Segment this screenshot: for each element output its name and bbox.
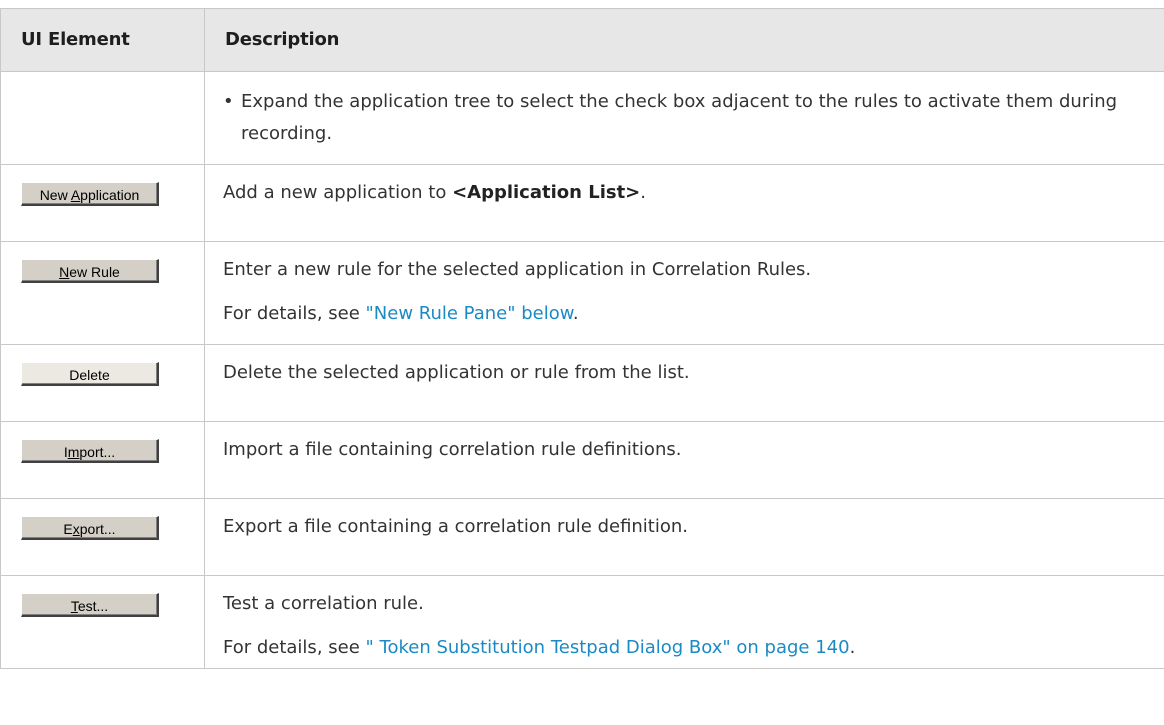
- description-text: Import a file containing correlation rul…: [223, 439, 682, 460]
- ui-element-cell: Test...: [0, 575, 205, 669]
- description-cell: Export a file containing a correlation r…: [204, 498, 1164, 576]
- description-text: Enter a new rule for the selected applic…: [223, 259, 812, 280]
- import-button[interactable]: Import...: [21, 439, 159, 463]
- header-description: Description: [204, 8, 1164, 72]
- description-text: Export a file containing a correlation r…: [223, 516, 689, 537]
- new-rule-button[interactable]: New Rule: [21, 259, 159, 283]
- description-cell: • Expand the application tree to select …: [204, 71, 1164, 165]
- bullet-icon: •: [223, 91, 234, 112]
- description-cell: Enter a new rule for the selected applic…: [204, 241, 1164, 345]
- new-rule-pane-link[interactable]: "New Rule Pane" below: [366, 303, 573, 324]
- ui-element-cell: Import...: [0, 421, 205, 499]
- description-text: Add a new application to <Application Li…: [223, 182, 646, 203]
- application-list-label: <Application List>: [452, 182, 641, 203]
- table-row: Export... Export a file containing a cor…: [0, 498, 1164, 576]
- ui-element-cell: New Rule: [0, 241, 205, 345]
- ui-element-table: UI Element Description • Expand the appl…: [0, 8, 1164, 669]
- details-text: For details, see " Token Substitution Te…: [223, 637, 856, 658]
- token-substitution-testpad-link[interactable]: " Token Substitution Testpad Dialog Box"…: [366, 637, 850, 658]
- table-header-row: UI Element Description: [0, 8, 1164, 72]
- ui-element-cell: Delete: [0, 344, 205, 422]
- description-text: Expand the application tree to select th…: [241, 91, 1118, 144]
- ui-element-cell: Export...: [0, 498, 205, 576]
- description-cell: Delete the selected application or rule …: [204, 344, 1164, 422]
- table-row: New Rule Enter a new rule for the select…: [0, 241, 1164, 345]
- table-row: New Application Add a new application to…: [0, 164, 1164, 242]
- table-row: • Expand the application tree to select …: [0, 71, 1164, 165]
- description-cell: Add a new application to <Application Li…: [204, 164, 1164, 242]
- test-button[interactable]: Test...: [21, 593, 159, 617]
- details-text: For details, see "New Rule Pane" below.: [223, 303, 579, 324]
- export-button[interactable]: Export...: [21, 516, 159, 540]
- description-text: Delete the selected application or rule …: [223, 362, 690, 383]
- delete-button[interactable]: Delete: [21, 362, 159, 386]
- description-cell: Import a file containing correlation rul…: [204, 421, 1164, 499]
- ui-element-cell: New Application: [0, 164, 205, 242]
- new-application-button[interactable]: New Application: [21, 182, 159, 206]
- description-cell: Test a correlation rule. For details, se…: [204, 575, 1164, 669]
- table-row: Delete Delete the selected application o…: [0, 344, 1164, 422]
- header-ui-element: UI Element: [0, 8, 205, 72]
- description-text: Test a correlation rule.: [223, 593, 424, 614]
- table-row: Import... Import a file containing corre…: [0, 421, 1164, 499]
- table-row: Test... Test a correlation rule. For det…: [0, 575, 1164, 669]
- ui-element-cell-empty: [0, 71, 205, 165]
